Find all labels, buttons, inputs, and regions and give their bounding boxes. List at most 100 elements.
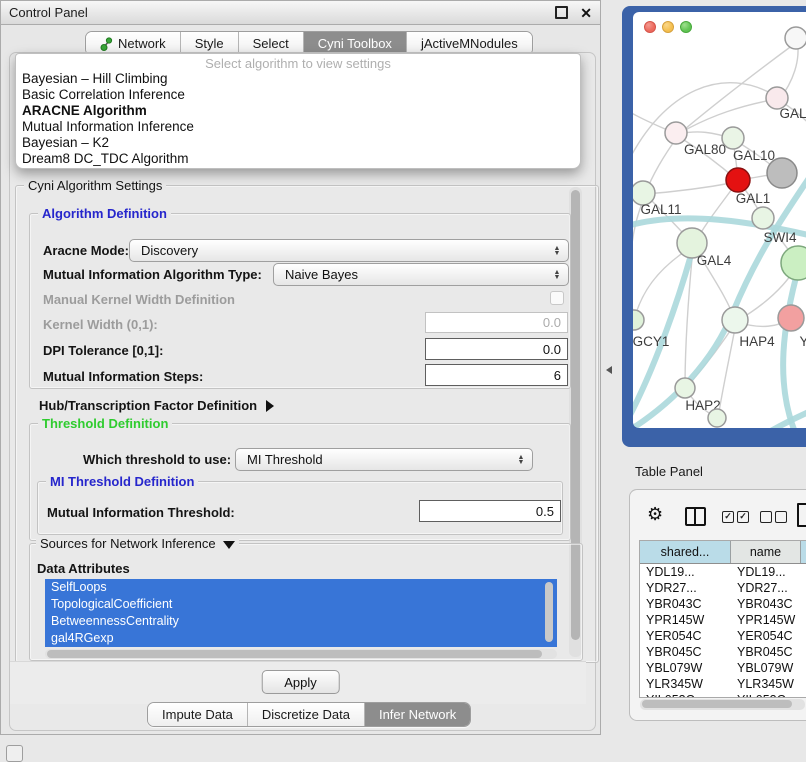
network-node-label: GAL4 (697, 253, 732, 268)
network-node[interactable] (708, 409, 726, 427)
network-node-label: GAL11 (640, 202, 681, 217)
combo-arrows-icon: ▲▼ (549, 246, 565, 256)
select-all-checkbox-icon[interactable]: ✓ (722, 511, 734, 523)
dropdown-item-bayesian-k2[interactable]: Bayesian – K2 (16, 135, 580, 151)
sources-group-title[interactable]: Sources for Network Inference (36, 536, 239, 551)
network-edge-thick (783, 266, 799, 428)
column-header-name[interactable]: name (731, 541, 801, 563)
network-node-hap4[interactable] (722, 307, 748, 333)
network-node[interactable] (767, 158, 797, 188)
network-node-label: SWI4 (763, 230, 796, 245)
kernel-width-field[interactable]: 0.0 (425, 312, 568, 333)
table-row[interactable]: YDL19...YDL19...13 (640, 564, 806, 580)
gear-icon[interactable]: ⚙ (647, 504, 663, 524)
float-panel-icon[interactable] (555, 6, 568, 19)
data-attributes-list[interactable]: SelfLoopsTopologicalCoefficientBetweenne… (45, 579, 557, 647)
dropdown-item-dream8-dc-tdc-algorithm[interactable]: Dream8 DC_TDC Algorithm (16, 151, 580, 167)
combo-arrows-icon: ▲▼ (513, 455, 529, 465)
dpi-tolerance-label: DPI Tolerance [0,1]: (43, 343, 163, 358)
settings-group-title: Cyni Algorithm Settings (24, 178, 166, 193)
screenshot-stage: Control Panel ✕ gal-filtered.sif default… (0, 0, 806, 762)
columns-icon[interactable] (685, 507, 706, 526)
control-panel-window: Control Panel ✕ gal-filtered.sif default… (0, 0, 601, 735)
mi-steps-field[interactable]: 6 (425, 364, 568, 386)
mi-type-value: Naive Bayes (274, 267, 549, 282)
window-minimize-button[interactable] (662, 21, 674, 33)
collapsed-arrow-icon (266, 400, 274, 412)
deselect-all-checkbox-icon[interactable] (775, 511, 787, 523)
window-close-button[interactable] (644, 21, 656, 33)
tab-discretize-data[interactable]: Discretize Data (248, 703, 365, 726)
network-node-swi4[interactable] (752, 207, 774, 229)
close-icon[interactable]: ✕ (580, 6, 592, 20)
network-node-gal80[interactable] (665, 122, 687, 144)
table-row[interactable]: YIL053CYIL053C9. (640, 692, 806, 698)
threshold-definition-title: Threshold Definition (38, 416, 172, 431)
table-header-row: shared...nameA (640, 541, 806, 564)
apply-button[interactable]: Apply (261, 670, 340, 694)
network-node-label: GAL10 (733, 148, 775, 163)
network-graph: GALGAL80GAL10GAL1GAL11SWI4GAL4GCY1HAP4YH… (633, 12, 806, 428)
mi-threshold-group-title: MI Threshold Definition (46, 474, 198, 489)
tab-impute-data[interactable]: Impute Data (148, 703, 248, 726)
network-node[interactable] (785, 27, 806, 49)
select-all-checkbox-icon[interactable]: ✓ (737, 511, 749, 523)
table-rows: YDL19...YDL19...13YDR27...YDR27...12YBR0… (640, 564, 806, 698)
mi-type-label: Mutual Information Algorithm Type: (43, 267, 262, 282)
manual-kernel-checkbox[interactable] (550, 291, 564, 305)
attribute-item-betweennesscentrality[interactable]: BetweennessCentrality (45, 613, 557, 630)
dropdown-item-mutual-information-inference[interactable]: Mutual Information Inference (16, 119, 580, 135)
dropdown-item-basic-correlation-inference[interactable]: Basic Correlation Inference (16, 87, 580, 103)
which-threshold-label: Which threshold to use: (83, 452, 231, 467)
aracne-mode-combo[interactable]: Discovery ▲▼ (129, 239, 569, 262)
attribute-item-selfloops[interactable]: SelfLoops (45, 579, 557, 596)
column-header-shared[interactable]: shared... (640, 541, 731, 563)
tab-infer-network[interactable]: Infer Network (365, 703, 470, 726)
kernel-width-label: Kernel Width (0,1): (43, 317, 158, 332)
splitpane-collapse-arrow[interactable] (606, 366, 612, 374)
table-row[interactable]: YBL079WYBL079W (640, 660, 806, 676)
table-row[interactable]: YBR045CYBR045C9. (640, 644, 806, 660)
mi-threshold-label: Mutual Information Threshold: (47, 505, 235, 520)
network-node-gal1[interactable] (726, 168, 750, 192)
cyni-bottom-tabs: Impute DataDiscretize DataInfer Network (147, 702, 471, 727)
restore-panel-icon[interactable] (6, 745, 23, 762)
column-header-a[interactable]: A (801, 541, 806, 563)
attribute-item-topologicalcoefficient[interactable]: TopologicalCoefficient (45, 596, 557, 613)
attributes-scrollbar-thumb[interactable] (545, 582, 553, 642)
network-icon (100, 37, 113, 51)
combo-arrows-icon: ▲▼ (549, 270, 565, 280)
dpi-tolerance-field[interactable]: 0.0 (425, 338, 568, 360)
table-row[interactable]: YBR043CYBR043C (640, 596, 806, 612)
control-panel-titlebar: Control Panel ✕ (1, 1, 600, 25)
aracne-mode-label: Aracne Mode: (43, 243, 129, 258)
which-threshold-combo[interactable]: MI Threshold ▲▼ (235, 448, 533, 471)
deselect-all-checkbox-icon[interactable] (760, 511, 772, 523)
network-node[interactable] (781, 246, 806, 280)
export-table-icon[interactable] (797, 503, 806, 527)
attributes-hscrollbar[interactable] (45, 649, 557, 659)
window-zoom-button[interactable] (680, 21, 692, 33)
table-panel-title: Table Panel (622, 455, 806, 487)
table-row[interactable]: YDR27...YDR27...12 (640, 580, 806, 596)
mi-steps-label: Mutual Information Steps: (43, 369, 203, 384)
table-hscrollbar[interactable] (640, 699, 805, 710)
table-row[interactable]: YER054CYER054C8. (640, 628, 806, 644)
network-edge (645, 182, 737, 194)
network-node-gcy1[interactable] (633, 310, 644, 330)
table-row[interactable]: YLR345WYLR345W9. (640, 676, 806, 692)
attribute-item-gal4rgexp[interactable]: gal4RGexp (45, 630, 557, 647)
network-node-label: GCY1 (633, 334, 669, 349)
network-node-hap2[interactable] (675, 378, 695, 398)
aracne-mode-value: Discovery (130, 243, 549, 258)
dropdown-item-bayesian-hill-climbing[interactable]: Bayesian – Hill Climbing (16, 71, 580, 87)
table-row[interactable]: YPR145WYPR145W9. (640, 612, 806, 628)
network-node-gal10[interactable] (722, 127, 744, 149)
mi-type-combo[interactable]: Naive Bayes ▲▼ (273, 263, 569, 286)
hub-definition-toggle[interactable]: Hub/Transcription Factor Definition (39, 397, 274, 415)
network-node-y[interactable] (778, 305, 804, 331)
network-canvas[interactable]: GALGAL80GAL10GAL1GAL11SWI4GAL4GCY1HAP4YH… (633, 12, 806, 428)
network-view-window: GALGAL80GAL10GAL1GAL11SWI4GAL4GCY1HAP4YH… (622, 6, 806, 447)
mi-threshold-field[interactable]: 0.5 (419, 500, 561, 522)
dropdown-item-aracne-algorithm[interactable]: ARACNE Algorithm (16, 103, 580, 119)
